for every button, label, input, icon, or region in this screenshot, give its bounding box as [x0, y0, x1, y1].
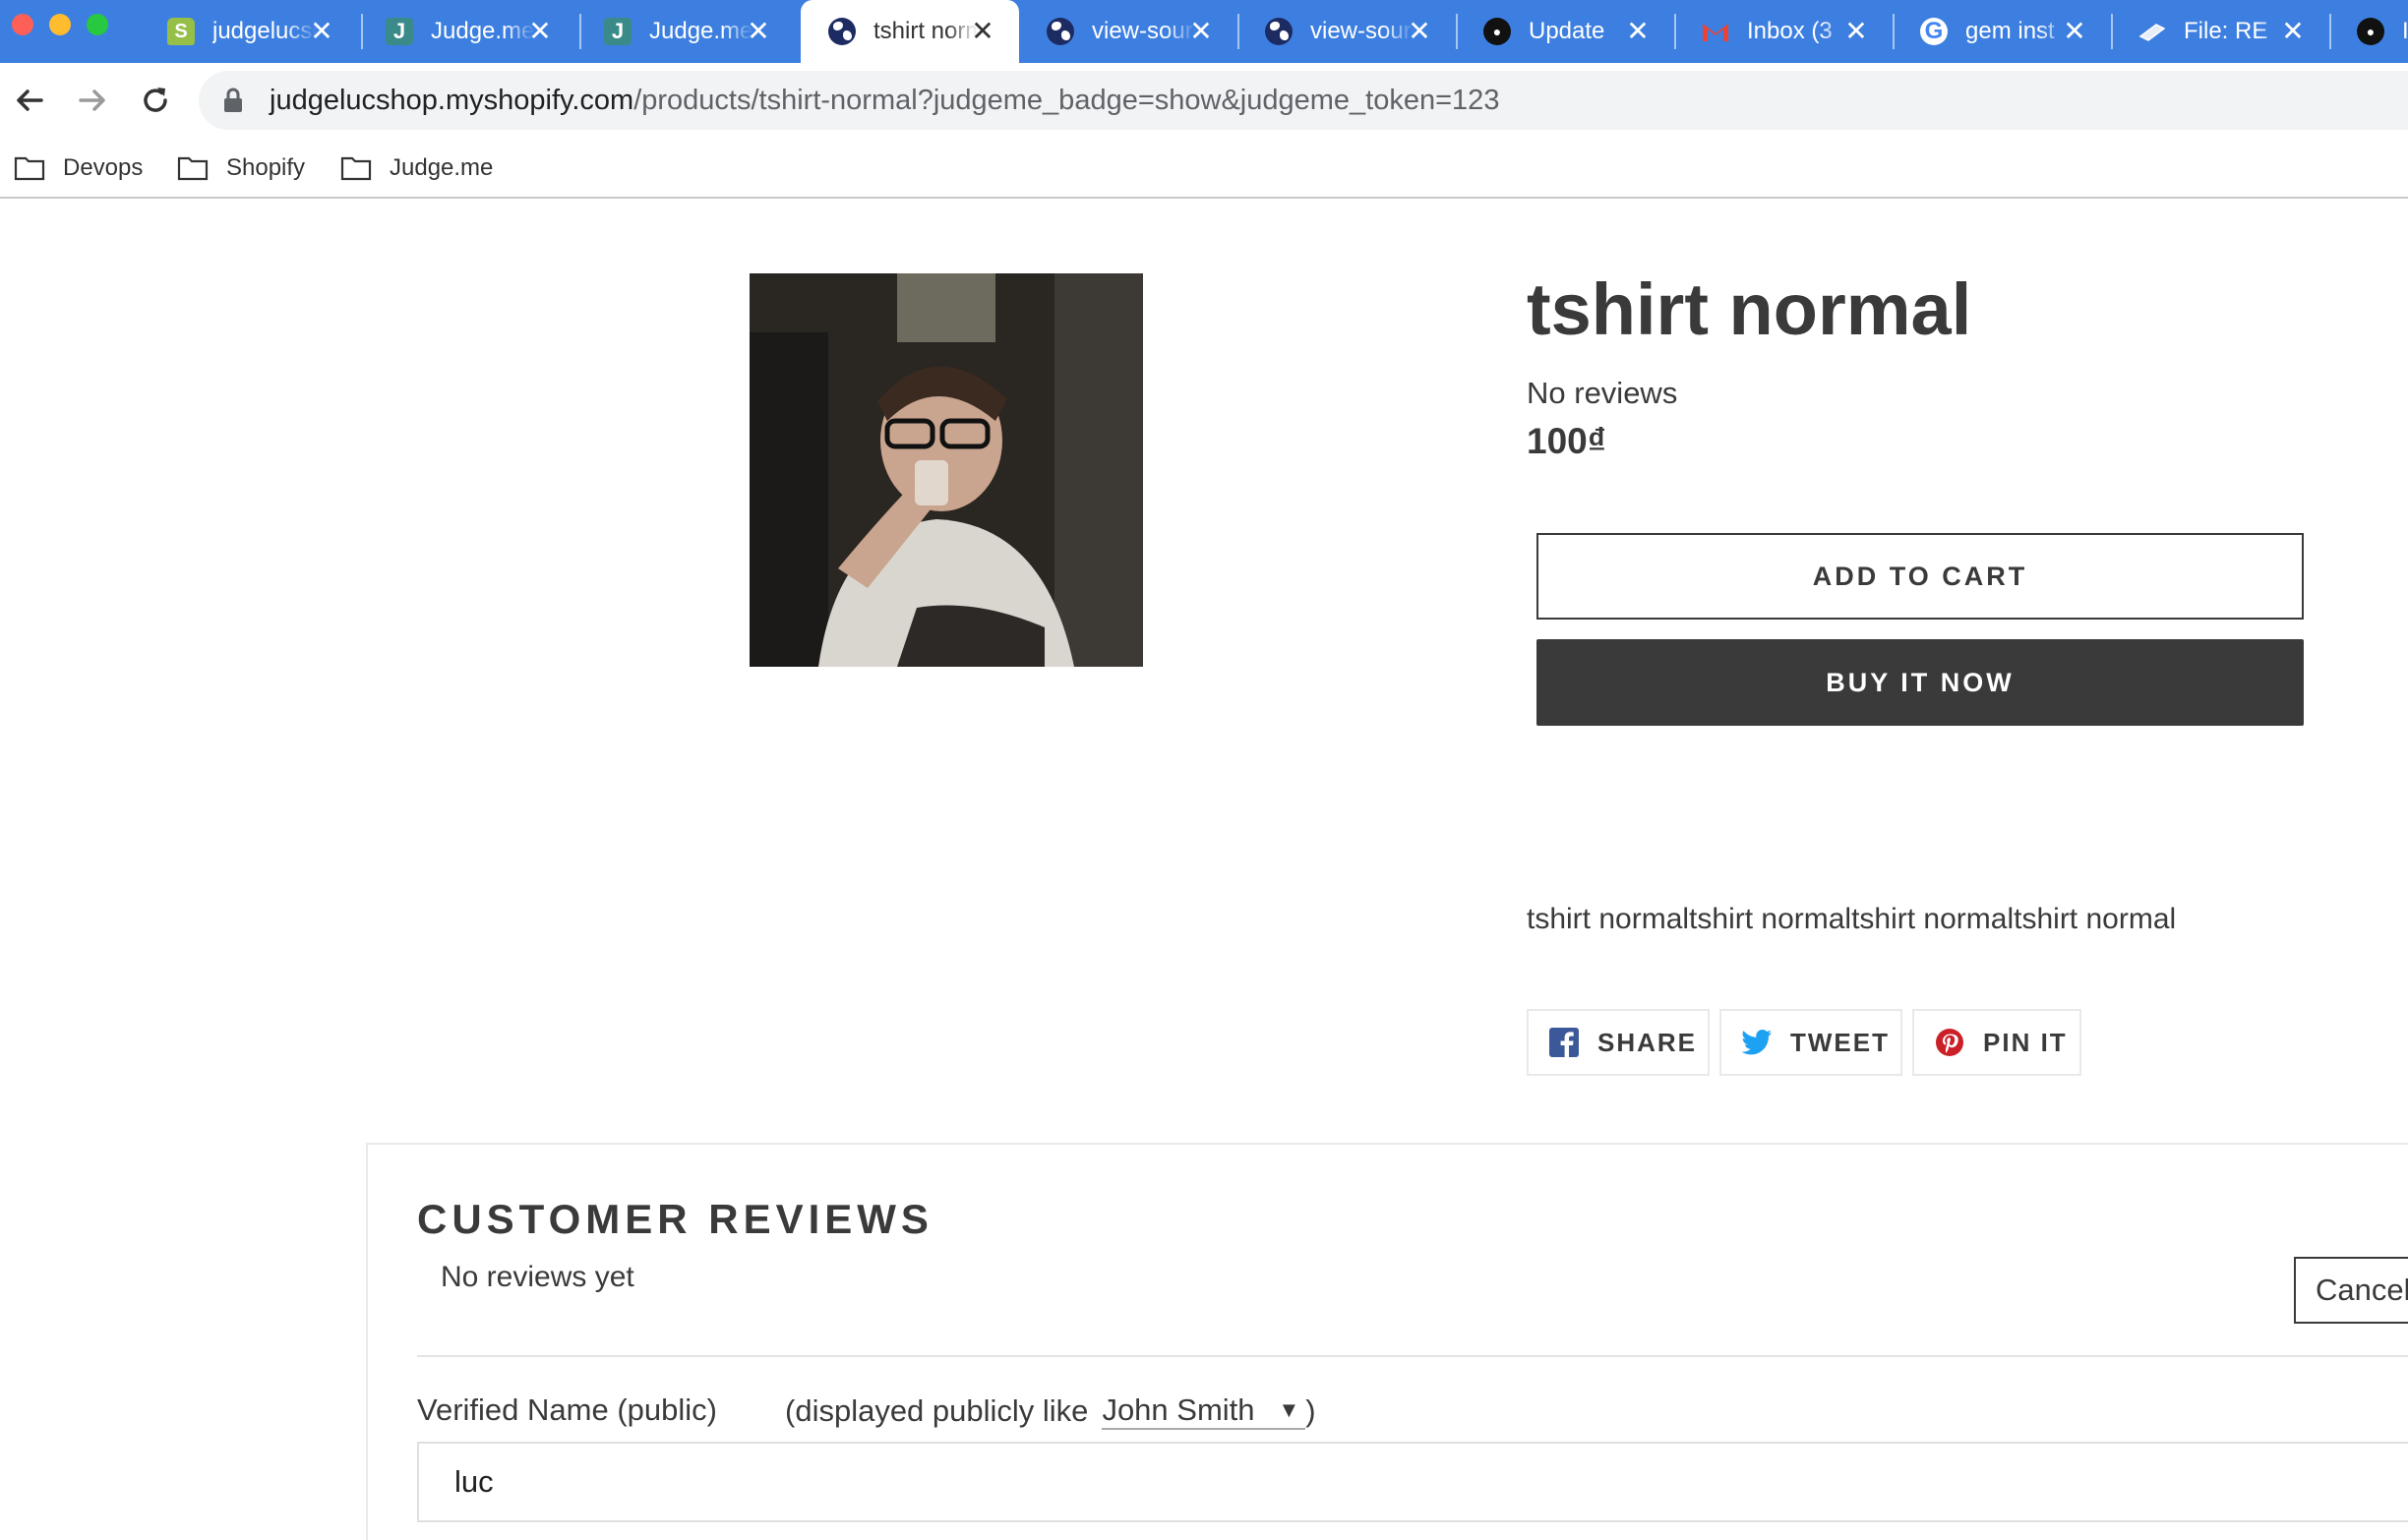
close-icon[interactable]: ✕: [968, 16, 997, 46]
browser-tab[interactable]: G gem inst ✕: [1893, 0, 2111, 63]
buy-it-now-button[interactable]: BUY IT NOW: [1536, 639, 2304, 726]
hint-suffix: ): [1305, 1393, 1316, 1428]
hint-prefix: (displayed publicly like: [785, 1393, 1089, 1428]
tab-title: Judge.me: [431, 18, 535, 44]
bookmark-judgeme[interactable]: Judge.me: [340, 149, 493, 187]
tab-title: Judge.me: [649, 18, 753, 44]
forward-button[interactable]: [73, 81, 112, 120]
window-close-button[interactable]: [12, 14, 33, 35]
browser-tab[interactable]: ● Update ✕: [1456, 0, 1674, 63]
pin-label: PIN IT: [1983, 1027, 2068, 1057]
pinterest-icon: [1934, 1027, 1965, 1058]
github-icon: ●: [1483, 18, 1511, 45]
close-icon[interactable]: ✕: [2060, 16, 2089, 46]
reviews-empty-text: No reviews yet: [441, 1261, 634, 1293]
folder-icon: [340, 156, 372, 181]
close-icon[interactable]: ✕: [744, 16, 773, 46]
product-price: 100₫: [1527, 421, 1606, 461]
product-photo: [750, 273, 1143, 667]
shopify-icon: S: [167, 18, 195, 45]
browser-tab[interactable]: view-source ✕: [1019, 0, 1237, 63]
close-icon[interactable]: ✕: [307, 16, 336, 46]
url-host: judgelucshop.myshopify.com: [270, 84, 634, 116]
browser-toolbar: judgelucshop.myshopify.com/products/tshi…: [0, 63, 2408, 138]
tab-title: tshirt normal: [873, 18, 978, 44]
tab-title: Update: [1529, 18, 1605, 44]
back-button[interactable]: [10, 81, 49, 120]
globe-icon: [1265, 18, 1293, 45]
tab-title: gem inst: [1965, 18, 2055, 44]
reviewer-name-input[interactable]: luc: [417, 1442, 2408, 1522]
bookmark-shopify[interactable]: Shopify: [177, 149, 305, 187]
product-title: tshirt normal: [1527, 268, 1972, 350]
reload-button[interactable]: [136, 81, 175, 120]
judgeme-icon: J: [604, 18, 632, 45]
gmail-icon: [1702, 18, 1729, 45]
share-facebook-button[interactable]: SHARE: [1527, 1009, 1710, 1076]
product-image[interactable]: [750, 273, 1143, 667]
bookmark-label: Shopify: [226, 154, 306, 181]
url-path: /products/tshirt-normal?judgeme_badge=sh…: [633, 84, 1500, 116]
judgeme-icon: J: [386, 18, 413, 45]
browser-tab[interactable]: J Judge.me ✕: [576, 0, 795, 63]
dropdown-arrow-icon: ▼: [1278, 1397, 1300, 1422]
customer-reviews-section: CUSTOMER REVIEWS No reviews yet Cancel V…: [366, 1143, 2408, 1540]
browser-tab[interactable]: File: RE ✕: [2111, 0, 2329, 63]
github-icon: ●: [2357, 18, 2384, 45]
name-format-select[interactable]: John Smith ▼: [1102, 1392, 1306, 1430]
browser-tab[interactable]: S judgelucshop ✕: [140, 0, 358, 63]
google-icon: G: [1920, 18, 1948, 45]
cancel-review-button[interactable]: Cancel: [2294, 1257, 2408, 1324]
globe-icon: [828, 18, 856, 45]
folder-icon: [14, 156, 45, 181]
divider: [417, 1355, 2408, 1357]
name-field-label: Verified Name (public): [417, 1392, 717, 1427]
share-label: SHARE: [1597, 1027, 1698, 1057]
address-bar[interactable]: judgelucshop.myshopify.com/products/tshi…: [199, 71, 2408, 130]
browser-tab[interactable]: Inbox (3 ✕: [1674, 0, 1893, 63]
product-description: tshirt normaltshirt normaltshirt normalt…: [1527, 903, 2177, 935]
browser-tab-strip: S judgelucshop ✕ J Judge.me ✕ J Judge.me…: [0, 0, 2408, 63]
file-icon: [2138, 18, 2166, 45]
reviews-summary[interactable]: No reviews: [1527, 376, 1677, 411]
close-icon[interactable]: ✕: [1841, 16, 1871, 46]
reload-icon: [144, 88, 167, 112]
browser-tab[interactable]: J Judge.me ✕: [358, 0, 576, 63]
share-pinterest-button[interactable]: PIN IT: [1912, 1009, 2081, 1076]
bookmark-label: Devops: [63, 154, 144, 181]
bookmark-label: Judge.me: [390, 154, 494, 181]
close-icon[interactable]: ✕: [1623, 16, 1653, 46]
lock-icon: [222, 88, 248, 113]
globe-icon: [1047, 18, 1074, 45]
reviews-heading: CUSTOMER REVIEWS: [417, 1196, 933, 1242]
tab-title: judgelucshop: [212, 18, 317, 44]
tab-title: Inbox (3: [1747, 18, 1833, 44]
close-icon[interactable]: ✕: [1405, 16, 1434, 46]
folder-icon: [177, 156, 209, 181]
bookmark-devops[interactable]: Devops: [14, 149, 143, 187]
arrow-left-icon: [17, 89, 43, 111]
facebook-icon: [1548, 1027, 1580, 1058]
arrow-right-icon: [79, 89, 105, 111]
bookmarks-bar: Devops Shopify Judge.me: [0, 138, 2408, 199]
close-icon[interactable]: ✕: [1186, 16, 1216, 46]
name-format-hint: (displayed publicly like John Smith ▼ ): [785, 1392, 1316, 1430]
browser-tab-active[interactable]: tshirt normal ✕: [801, 0, 1019, 63]
tab-title: File: RE: [2184, 18, 2268, 44]
tab-title: view-source: [1092, 18, 1196, 44]
name-format-value: John Smith: [1102, 1392, 1255, 1427]
browser-tab[interactable]: view-source ✕: [1237, 0, 1456, 63]
close-icon[interactable]: ✕: [2278, 16, 2308, 46]
add-to-cart-button[interactable]: ADD TO CART: [1536, 533, 2304, 620]
twitter-icon: [1741, 1027, 1773, 1058]
window-zoom-button[interactable]: [87, 14, 108, 35]
tab-title: I: [2402, 18, 2408, 44]
tab-title: view-source: [1310, 18, 1415, 44]
share-twitter-button[interactable]: TWEET: [1719, 1009, 1902, 1076]
window-minimize-button[interactable]: [49, 14, 71, 35]
browser-tab[interactable]: ● I: [2329, 0, 2408, 63]
close-icon[interactable]: ✕: [525, 16, 555, 46]
tweet-label: TWEET: [1790, 1027, 1890, 1057]
